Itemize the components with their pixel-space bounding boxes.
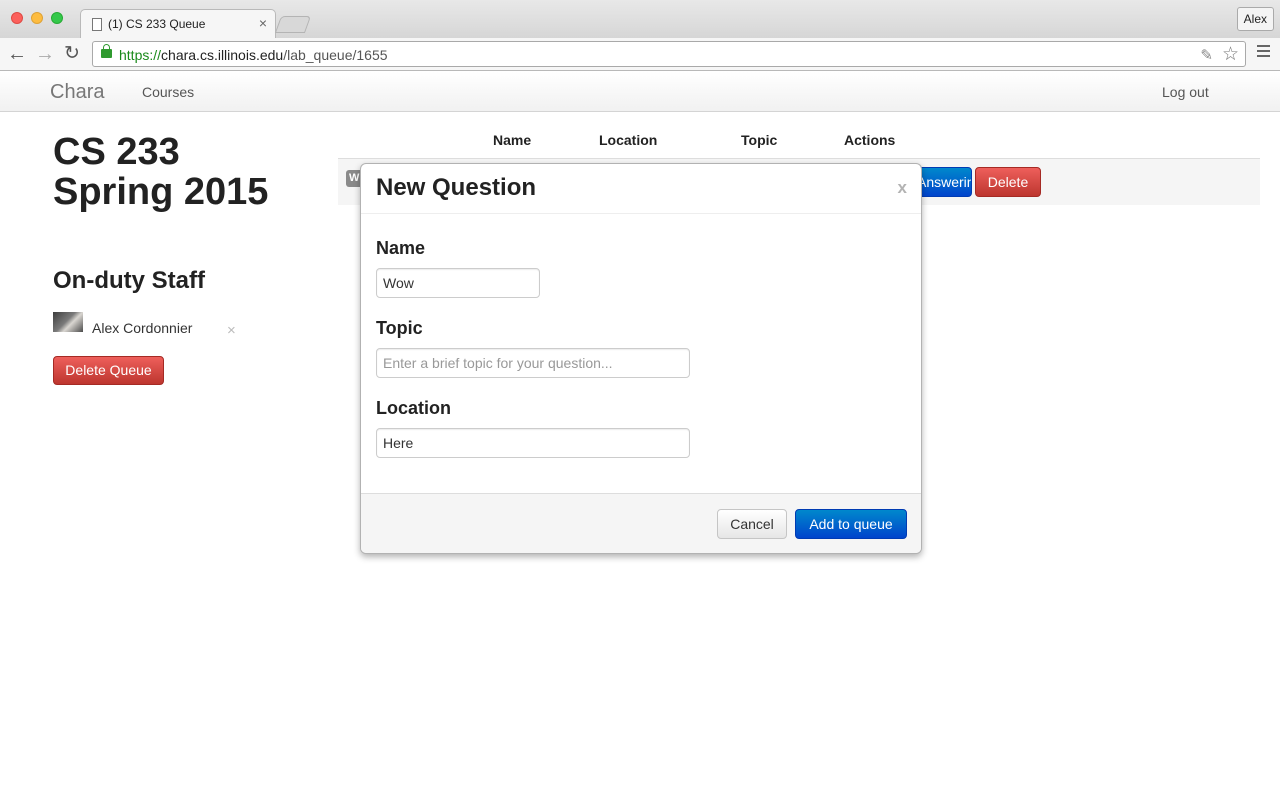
forward-arrow-icon[interactable]: → [34,41,56,67]
browser-menu-icon[interactable] [1257,45,1270,57]
location-input[interactable] [376,428,690,458]
browser-tab[interactable]: (1) CS 233 Queue × [80,9,276,39]
browser-toolbar: ← → ↻ https://chara.cs.illinois.edu/lab_… [0,38,1280,71]
remove-staff-icon[interactable]: × [227,322,236,339]
close-window-button[interactable] [11,12,23,24]
staff-member-name: Alex Cordonnier [92,320,193,336]
logout-link[interactable]: Log out [1162,84,1209,100]
answering-button[interactable]: Answering! [916,167,972,197]
modal-footer: Cancel Add to queue [361,493,921,553]
name-input[interactable] [376,268,540,298]
reload-icon[interactable]: ↻ [61,41,83,67]
browser-titlebar: (1) CS 233 Queue × Alex [0,0,1280,39]
topic-label: Topic [376,318,423,338]
maximize-window-button[interactable] [51,12,63,24]
tab-title: (1) CS 233 Queue [108,17,206,31]
extension-icon[interactable]: ✎ [1200,46,1213,64]
new-tab-button[interactable] [274,16,312,33]
delete-question-button[interactable]: Delete [975,167,1041,197]
add-to-queue-button[interactable]: Add to queue [795,509,907,539]
modal-header: New Question x [361,164,921,214]
lock-icon [101,44,112,58]
name-label: Name [376,238,426,258]
url-text[interactable]: https://chara.cs.illinois.edu/lab_queue/… [119,47,388,63]
avatar [53,312,83,332]
column-header-location: Location [599,132,658,148]
minimize-window-button[interactable] [31,12,43,24]
nav-courses-link[interactable]: Courses [142,84,194,100]
column-header-topic: Topic [741,132,778,148]
location-label: Location [376,398,451,418]
column-header-actions: Actions [844,132,896,148]
back-arrow-icon[interactable]: ← [6,41,28,67]
topic-input[interactable] [376,348,690,378]
site-navbar: Chara Courses Log out [0,72,1280,112]
course-title: CS 233 Spring 2015 [53,131,269,213]
tab-close-icon[interactable]: × [259,15,267,31]
close-icon[interactable]: x [898,178,907,198]
bookmark-star-icon[interactable]: ☆ [1222,43,1239,66]
brand-link[interactable]: Chara [50,81,104,104]
modal-title: New Question [376,174,537,201]
column-header-name: Name [493,132,532,148]
new-question-modal: New Question x Name Topic Location Cance… [360,163,922,554]
document-icon [92,18,102,31]
on-duty-staff-heading: On-duty Staff [53,267,205,294]
cancel-button[interactable]: Cancel [717,509,787,539]
address-bar[interactable]: https://chara.cs.illinois.edu/lab_queue/… [92,41,1246,67]
delete-queue-button[interactable]: Delete Queue [53,356,164,385]
profile-button[interactable]: Alex [1236,7,1274,31]
